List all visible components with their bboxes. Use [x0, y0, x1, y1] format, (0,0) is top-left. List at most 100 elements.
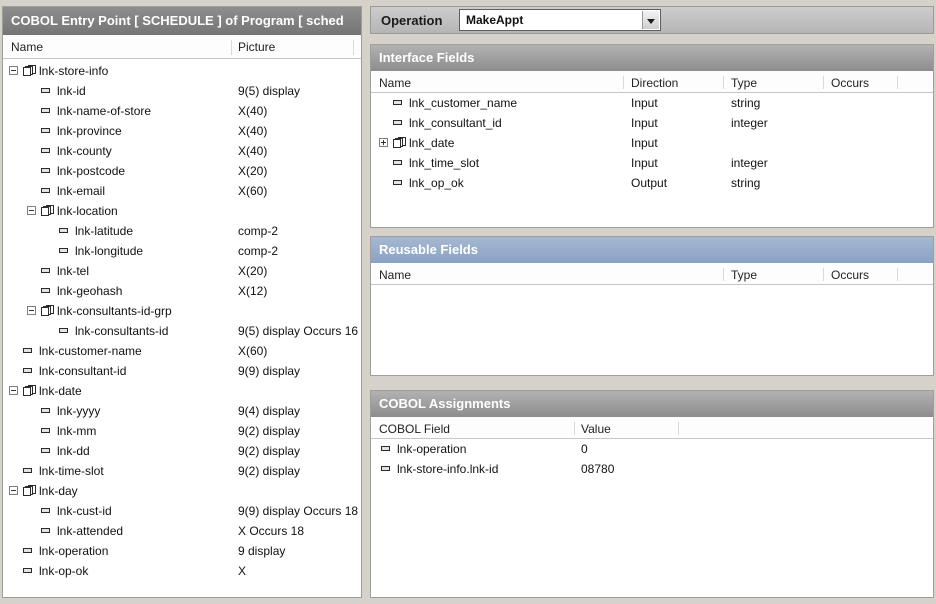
field-name: lnk-store-info [39, 64, 108, 78]
reusable-fields-section: Reusable Fields Name Type Occurs [370, 236, 934, 376]
tree-row-lnk-yyyy[interactable]: lnk-yyyy9(4) display [3, 401, 361, 421]
tree-row-lnk-mm[interactable]: lnk-mm9(2) display [3, 421, 361, 441]
column-header-value[interactable]: Value [581, 422, 611, 436]
field-picture: 9(2) display [238, 464, 300, 478]
column-separator[interactable] [623, 76, 624, 89]
field-picture: X(60) [238, 344, 267, 358]
field-name: lnk-consultants-id [75, 324, 168, 338]
field-direction: Input [631, 156, 658, 170]
tree-row-lnk-dd[interactable]: lnk-dd9(2) display [3, 441, 361, 461]
column-header-picture[interactable]: Picture [238, 40, 275, 54]
tree-row-lnk-operation[interactable]: lnk-operation9 display [3, 541, 361, 561]
collapse-minus-icon[interactable] [27, 306, 36, 315]
field-name: lnk-longitude [75, 244, 143, 258]
field-icon [41, 408, 50, 413]
collapse-minus-icon[interactable] [27, 206, 36, 215]
tree-row-lnk-consultants-id-grp[interactable]: lnk-consultants-id-grp [3, 301, 361, 321]
tree-row-lnk-location[interactable]: lnk-location [3, 201, 361, 221]
field-icon [393, 120, 402, 125]
tree-row-lnk-customer-name[interactable]: lnk-customer-nameX(60) [3, 341, 361, 361]
interface-field-row-lnk_consultant_id[interactable]: lnk_consultant_idInputinteger [371, 113, 933, 133]
column-separator[interactable] [723, 76, 724, 89]
tree-row-lnk-name-of-store[interactable]: lnk-name-of-storeX(40) [3, 101, 361, 121]
column-separator[interactable] [353, 40, 354, 55]
field-icon [41, 428, 50, 433]
cobol-assignments-rows: lnk-operation0lnk-store-info.lnk-id08780 [371, 439, 933, 597]
tree-row-lnk-consultant-id[interactable]: lnk-consultant-id9(9) display [3, 361, 361, 381]
field-icon [381, 466, 390, 471]
field-icon [393, 180, 402, 185]
field-picture: X(40) [238, 124, 267, 138]
column-separator[interactable] [231, 40, 232, 55]
tree-row-lnk-email[interactable]: lnk-emailX(60) [3, 181, 361, 201]
field-name: lnk-province [57, 124, 122, 138]
interface-fields-column-header: Name Direction Type Occurs [371, 71, 933, 93]
interface-field-row-lnk_date[interactable]: lnk_dateInput [371, 133, 933, 153]
field-type: integer [731, 116, 768, 130]
field-icon [23, 348, 32, 353]
operation-bar: Operation MakeAppt [370, 6, 934, 34]
column-separator[interactable] [723, 268, 724, 281]
field-name: lnk-postcode [57, 164, 125, 178]
field-icon [23, 568, 32, 573]
tree-row-lnk-store-info[interactable]: lnk-store-info [3, 61, 361, 81]
tree-row-lnk-day[interactable]: lnk-day [3, 481, 361, 501]
column-header-occurs[interactable]: Occurs [831, 268, 869, 282]
field-icon [41, 128, 50, 133]
cobol-field-name: lnk-store-info.lnk-id [397, 462, 498, 476]
column-separator[interactable] [897, 268, 898, 281]
column-header-occurs[interactable]: Occurs [831, 76, 869, 90]
collapse-minus-icon[interactable] [9, 486, 18, 495]
expand-plus-icon[interactable] [379, 138, 388, 147]
interface-field-row-lnk_op_ok[interactable]: lnk_op_okOutputstring [371, 173, 933, 193]
field-picture: X(12) [238, 284, 267, 298]
collapse-minus-icon[interactable] [9, 386, 18, 395]
assignment-row-lnk-operation[interactable]: lnk-operation0 [371, 439, 933, 459]
field-icon [41, 108, 50, 113]
field-icon [41, 268, 50, 273]
field-direction: Input [631, 96, 658, 110]
field-picture: X(20) [238, 264, 267, 278]
column-header-type[interactable]: Type [731, 268, 757, 282]
tree-row-lnk-longitude[interactable]: lnk-longitudecomp-2 [3, 241, 361, 261]
column-header-cobol-field[interactable]: COBOL Field [379, 422, 450, 436]
dropdown-button[interactable] [642, 11, 659, 29]
field-type: integer [731, 156, 768, 170]
tree-row-lnk-consultants-id[interactable]: lnk-consultants-id9(5) display Occurs 16 [3, 321, 361, 341]
cobol-entry-point-panel: COBOL Entry Point [ SCHEDULE ] of Progra… [2, 6, 362, 598]
tree-row-lnk-province[interactable]: lnk-province X(40) [3, 121, 361, 141]
interface-field-row-lnk_customer_name[interactable]: lnk_customer_nameInputstring [371, 93, 933, 113]
column-header-name[interactable]: Name [379, 268, 411, 282]
tree-row-lnk-cust-id[interactable]: lnk-cust-id9(9) display Occurs 18 [3, 501, 361, 521]
field-name: lnk-day [39, 484, 78, 498]
field-name: lnk-attended [57, 524, 123, 538]
tree-row-lnk-geohash[interactable]: lnk-geohashX(12) [3, 281, 361, 301]
column-separator[interactable] [574, 422, 575, 435]
interface-field-row-lnk_time_slot[interactable]: lnk_time_slotInputinteger [371, 153, 933, 173]
field-icon [59, 328, 68, 333]
tree-row-lnk-op-ok[interactable]: lnk-op-okX [3, 561, 361, 581]
column-header-name[interactable]: Name [379, 76, 411, 90]
field-picture: 9(2) display [238, 444, 300, 458]
column-separator[interactable] [823, 76, 824, 89]
field-icon [41, 508, 50, 513]
column-separator[interactable] [678, 422, 679, 435]
column-header-type[interactable]: Type [731, 76, 757, 90]
field-icon [393, 100, 402, 105]
tree-row-lnk-attended[interactable]: lnk-attendedX Occurs 18 [3, 521, 361, 541]
assignment-row-lnk-store-info.lnk-id[interactable]: lnk-store-info.lnk-id08780 [371, 459, 933, 479]
collapse-minus-icon[interactable] [9, 66, 18, 75]
tree-row-lnk-county[interactable]: lnk-countyX(40) [3, 141, 361, 161]
column-separator[interactable] [823, 268, 824, 281]
tree-row-lnk-id[interactable]: lnk-id9(5) display [3, 81, 361, 101]
column-header-name[interactable]: Name [11, 40, 43, 54]
column-header-direction[interactable]: Direction [631, 76, 678, 90]
column-separator[interactable] [897, 76, 898, 89]
tree-row-lnk-date[interactable]: lnk-date [3, 381, 361, 401]
tree-row-lnk-time-slot[interactable]: lnk-time-slot9(2) display [3, 461, 361, 481]
operation-select[interactable]: MakeAppt [459, 9, 661, 31]
tree-row-lnk-latitude[interactable]: lnk-latitudecomp-2 [3, 221, 361, 241]
tree-row-lnk-postcode[interactable]: lnk-postcodeX(20) [3, 161, 361, 181]
tree-row-lnk-tel[interactable]: lnk-telX(20) [3, 261, 361, 281]
field-name: lnk_op_ok [409, 176, 464, 190]
